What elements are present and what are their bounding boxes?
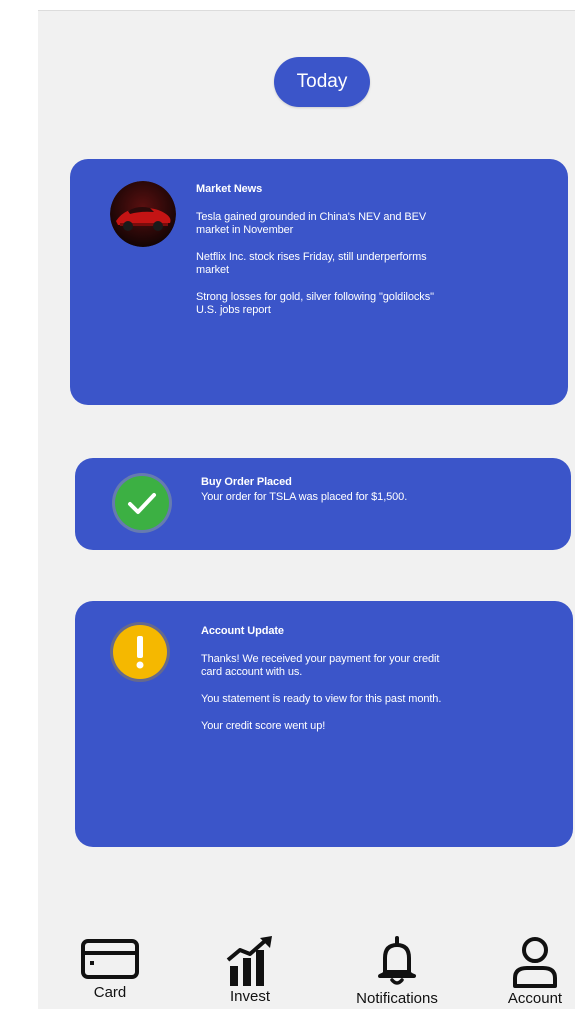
market-news-title: Market News <box>196 183 263 195</box>
buy-order-body: Your order for TSLA was placed for $1,50… <box>201 491 408 503</box>
credit-card-icon <box>81 939 139 979</box>
tab-notifications[interactable]: Notifications <box>344 936 450 1007</box>
buy-order-card[interactable]: Buy Order Placed Your order for TSLA was… <box>75 458 571 550</box>
exclamation-icon <box>109 621 171 683</box>
tab-card-label: Card <box>93 984 127 1001</box>
tab-account-label: Account <box>507 990 563 1007</box>
growth-chart-icon <box>226 936 272 986</box>
account-update-item: You statement is ready to view for this … <box>201 693 442 705</box>
account-update-title: Account Update <box>201 625 284 637</box>
news-item[interactable]: Netflix Inc. stock rises Friday, still u… <box>196 251 446 277</box>
tesla-car-thumbnail <box>110 181 176 247</box>
checkmark-icon <box>111 472 173 534</box>
news-item[interactable]: Strong losses for gold, silver following… <box>196 291 446 317</box>
tab-notifications-label: Notifications <box>356 990 438 1007</box>
account-update-content: Account Update Thanks! We received your … <box>201 625 461 747</box>
date-pill-today[interactable]: Today <box>274 57 370 107</box>
bell-icon <box>378 936 416 985</box>
buy-order-title: Buy Order Placed <box>201 476 292 488</box>
market-news-card[interactable]: Market News Tesla gained grounded in Chi… <box>70 159 568 405</box>
account-update-card[interactable]: Account Update Thanks! We received your … <box>75 601 573 847</box>
bottom-tab-bar: Card Invest Notifications Account <box>38 936 575 1009</box>
user-icon <box>513 937 557 988</box>
notifications-screen: Today Market News Tesla gained grounded … <box>38 10 575 1009</box>
account-update-item: Your credit score went up! <box>201 720 326 732</box>
buy-order-content: Buy Order Placed Your order for TSLA was… <box>201 476 421 518</box>
tab-invest[interactable]: Invest <box>216 936 284 1005</box>
tab-invest-label: Invest <box>229 988 271 1005</box>
account-update-item: Thanks! We received your payment for you… <box>201 653 440 678</box>
news-item[interactable]: Tesla gained grounded in China's NEV and… <box>196 211 446 237</box>
market-news-content: Market News Tesla gained grounded in Chi… <box>196 183 446 331</box>
tab-account[interactable]: Account <box>500 936 570 1007</box>
tab-card[interactable]: Card <box>76 936 144 1001</box>
